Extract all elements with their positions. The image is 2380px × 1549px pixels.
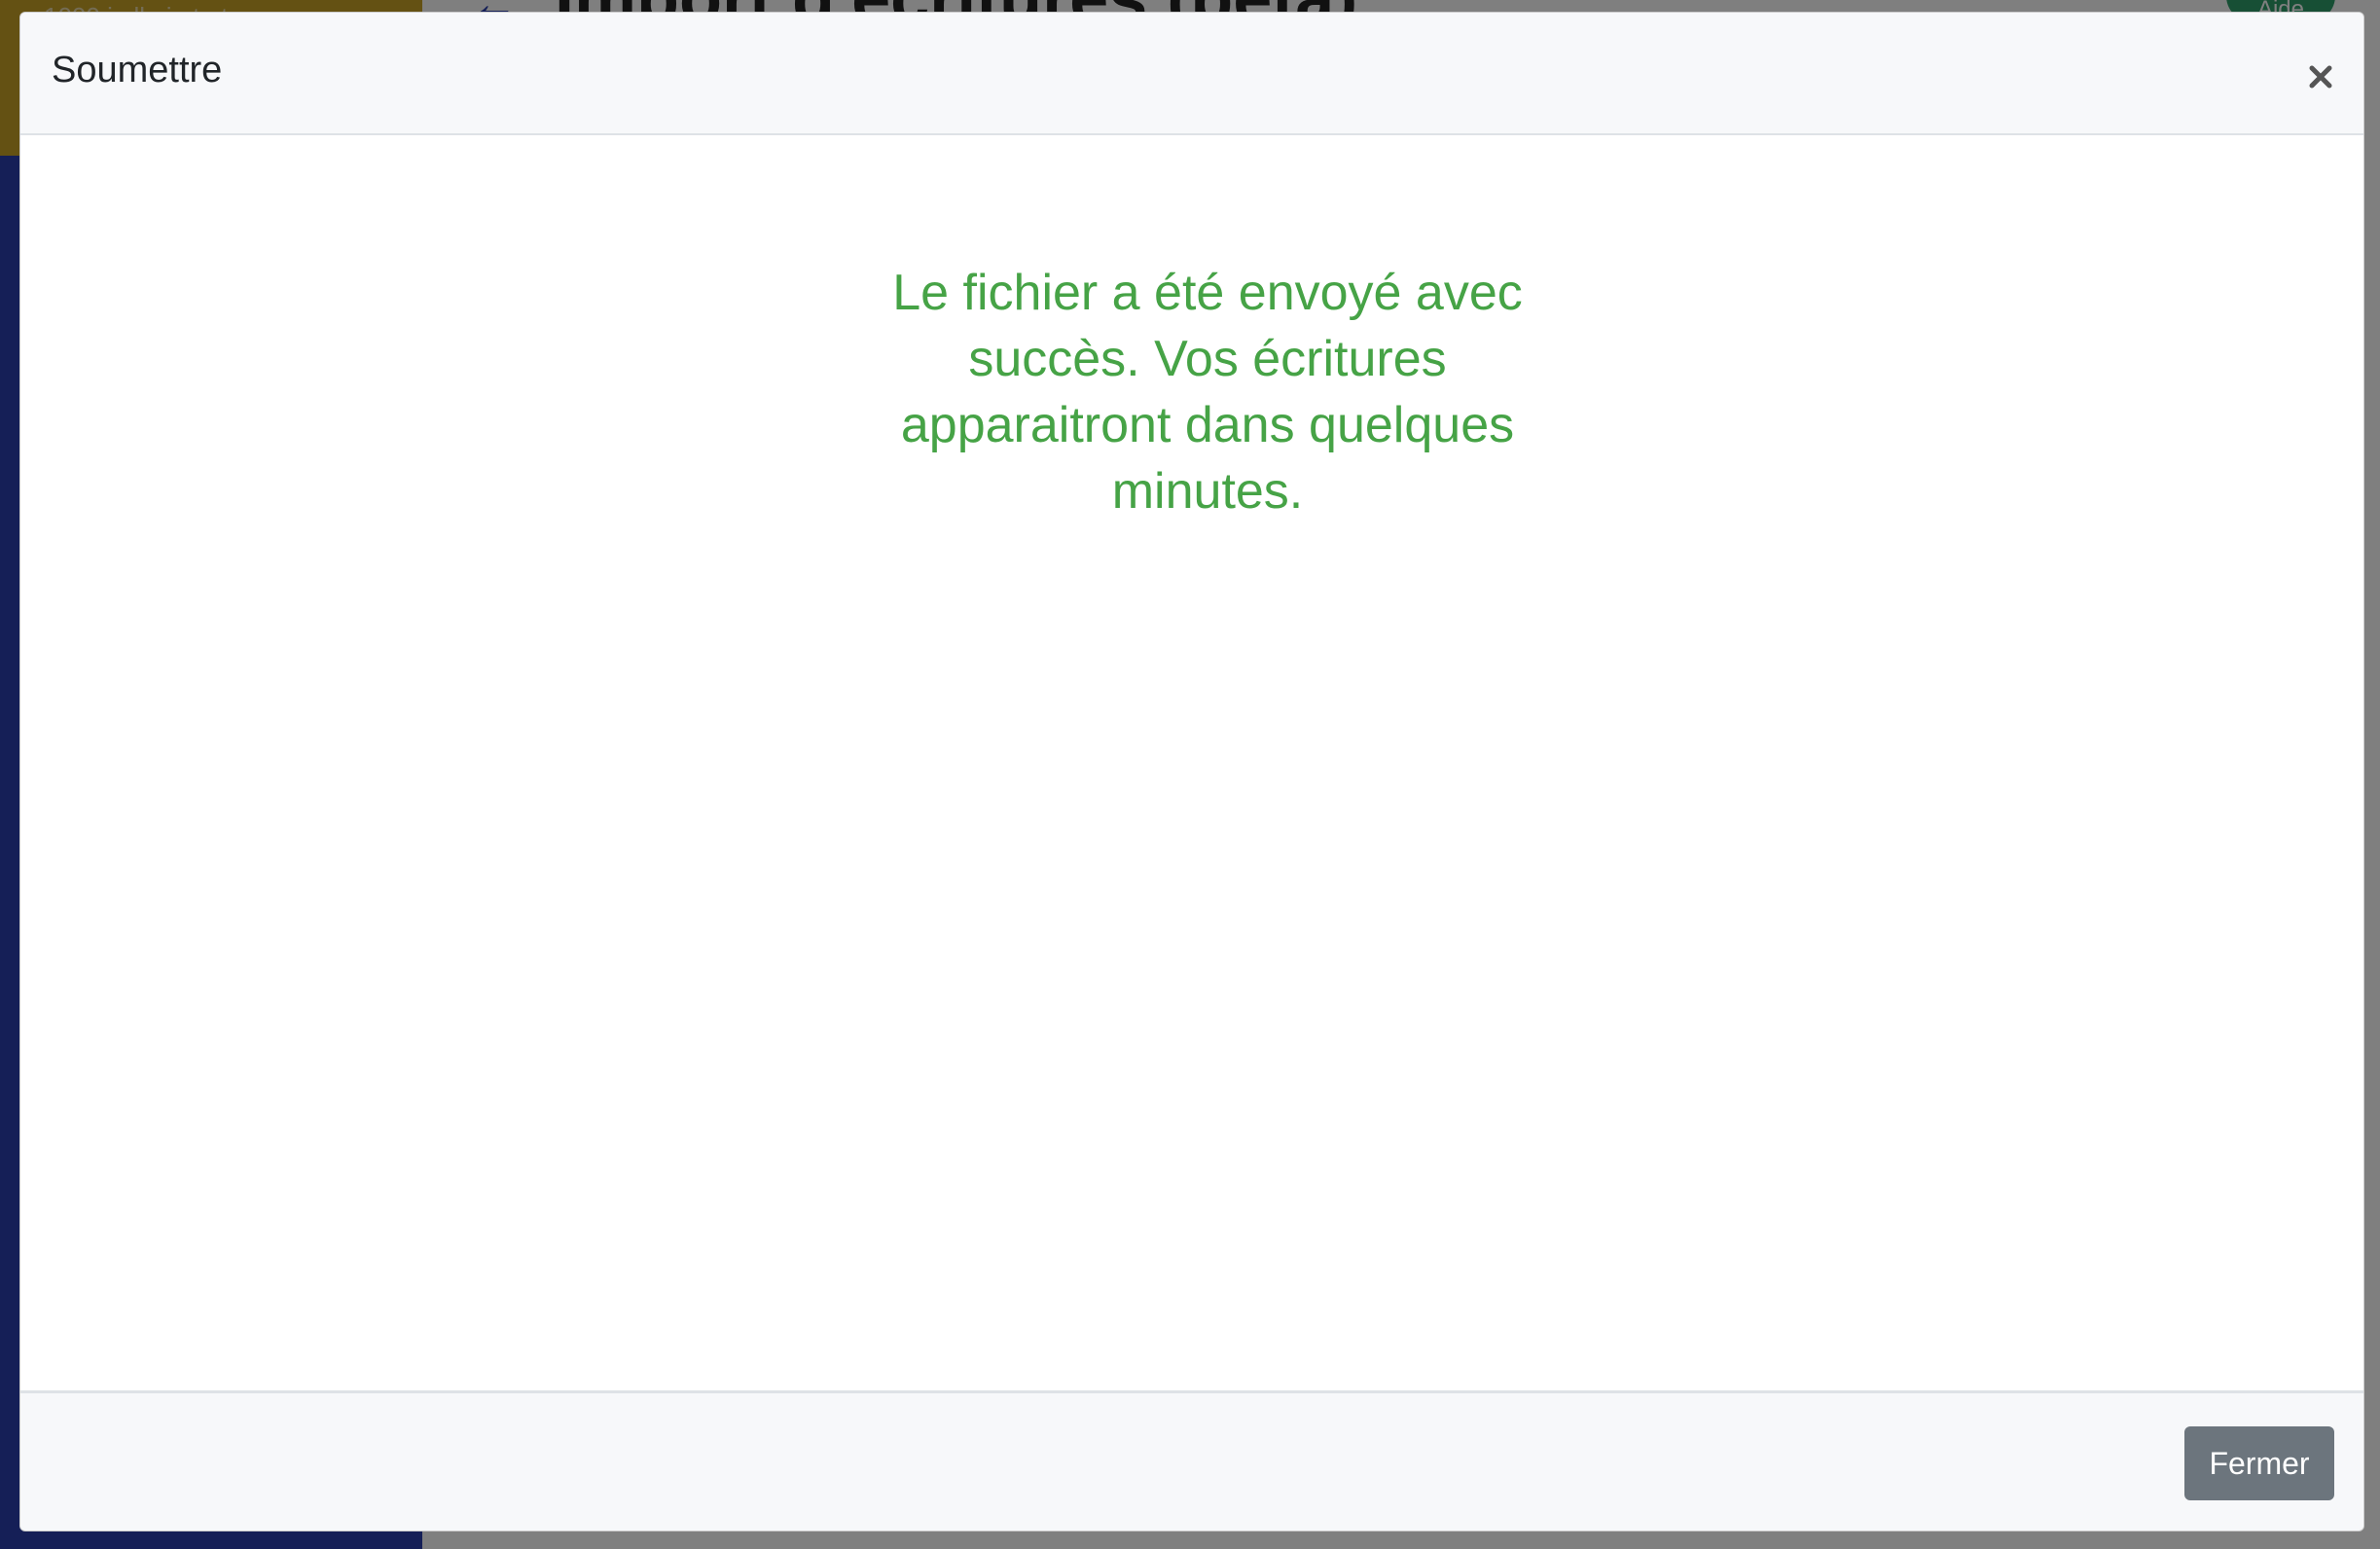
success-message: Le fichier a été envoyé avec succès. Vos…	[892, 265, 1523, 520]
dialog-header: Soumettre	[20, 13, 2363, 135]
close-button[interactable]	[2303, 59, 2338, 94]
dialog-body: Le fichier a été envoyé avec succès. Vos…	[20, 135, 2363, 1404]
dialog-footer: Fermer	[20, 1390, 2363, 1531]
page: 1000 i...ll...i...t...t... ← Import d'éc…	[0, 0, 2380, 1549]
close-dialog-button[interactable]: Fermer	[2184, 1426, 2334, 1500]
dialog-title: Soumettre	[52, 50, 223, 90]
submit-dialog: Soumettre Le fichier a été envoyé avec s…	[19, 12, 2364, 1531]
close-icon	[2309, 65, 2332, 89]
